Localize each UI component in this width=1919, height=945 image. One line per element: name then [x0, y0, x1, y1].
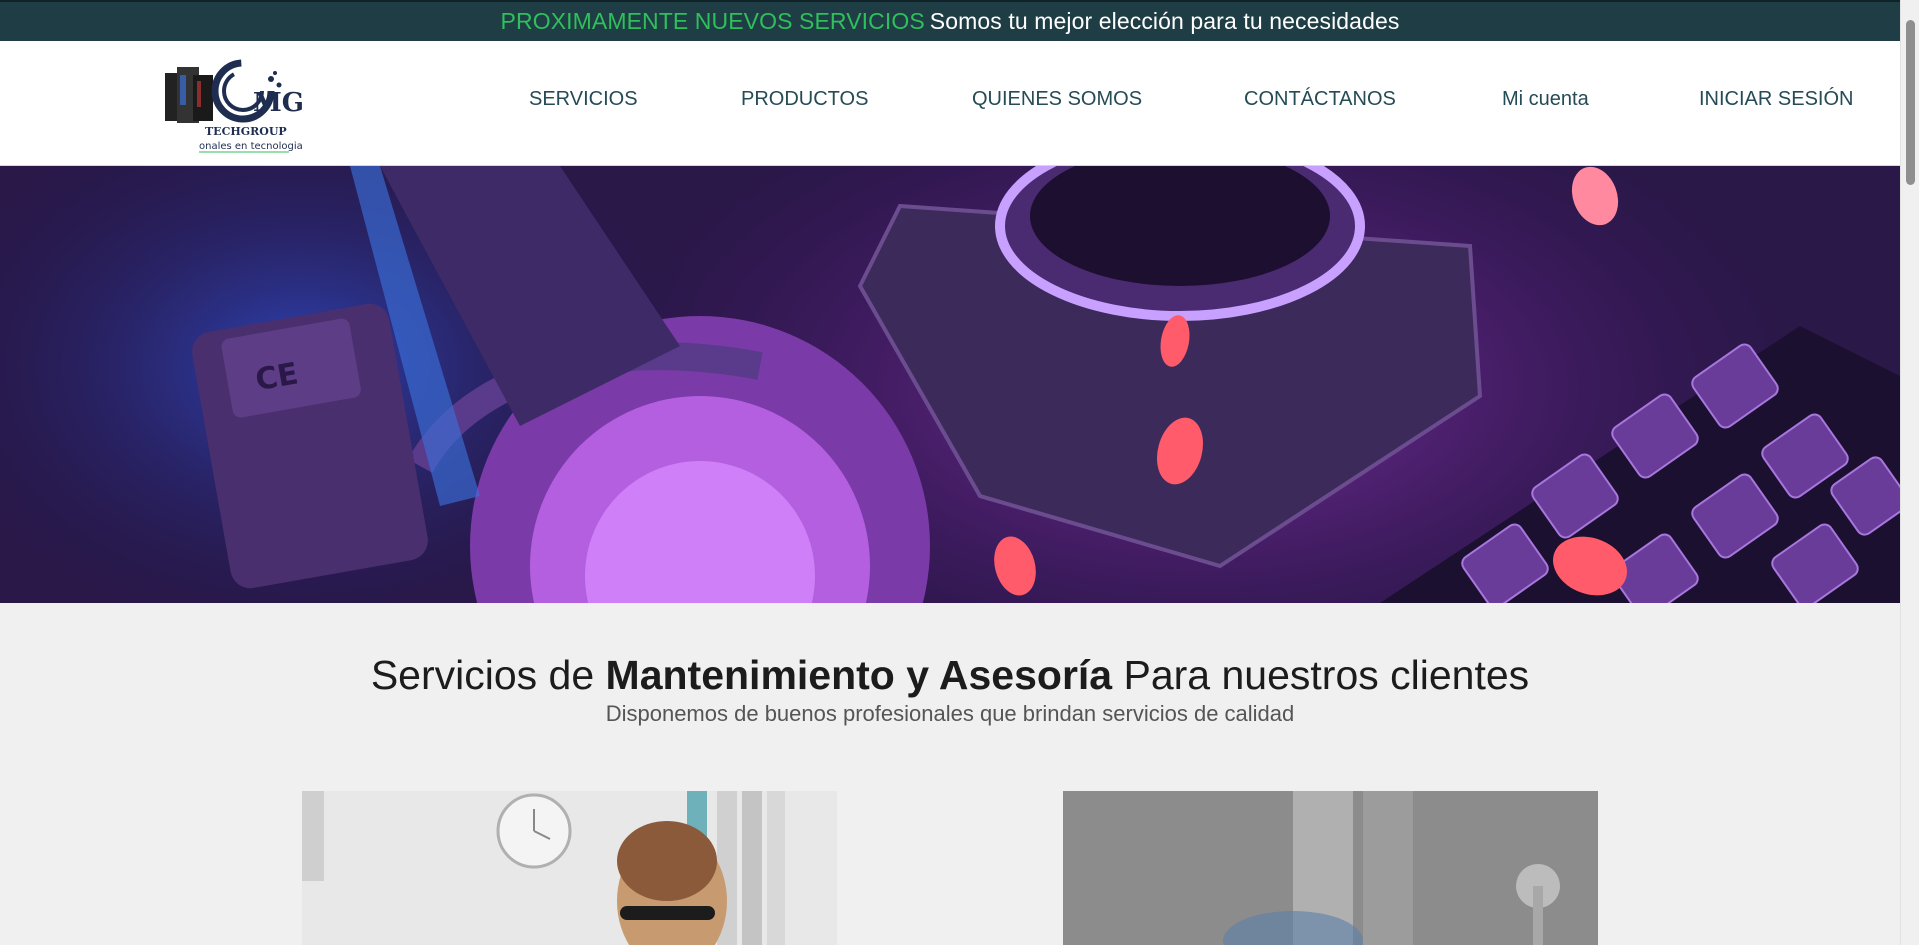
- hero-image: CE: [0, 166, 1900, 603]
- services-title-pre: Servicios de: [370, 652, 606, 698]
- services-subtitle: Disponemos de buenos profesionales que b…: [605, 701, 1295, 726]
- service-card-advisory[interactable]: [1063, 791, 1598, 945]
- scrollbar-thumb[interactable]: [1906, 20, 1915, 185]
- nav-productos[interactable]: PRODUCTOS: [741, 88, 868, 111]
- nav-servicios[interactable]: SERVICIOS: [529, 88, 638, 111]
- main-nav: SERVICIOS PRODUCTOS QUIENES SOMOS CONTÁC…: [0, 41, 1900, 166]
- service-card-maintenance[interactable]: [302, 791, 837, 945]
- services-title-post: Para nuestros clientes: [1112, 652, 1530, 698]
- page: PROXIMAMENTE NUEVOS SERVICIOS Somos tu m…: [0, 0, 1919, 945]
- nav-contactanos[interactable]: CONTÁCTANOS: [1244, 88, 1396, 111]
- service-image-technician: [302, 791, 837, 945]
- announcement-bar: PROXIMAMENTE NUEVOS SERVICIOS Somos tu m…: [0, 0, 1900, 41]
- hero-ce-mark: CE: [253, 356, 301, 398]
- site-header: MG TECHGROUP onales en tecnologia SERVIC…: [0, 41, 1900, 166]
- service-image-hardware: [1063, 791, 1598, 945]
- services-title: Servicios de Mantenimiento y Asesoría Pa…: [0, 652, 1900, 699]
- nav-mi-cuenta[interactable]: Mi cuenta: [1502, 88, 1589, 111]
- services-title-bold: Mantenimiento y Asesoría: [605, 652, 1113, 698]
- announcement-message: Somos tu mejor elección para tu necesida…: [929, 8, 1400, 34]
- nav-iniciar-sesion[interactable]: INICIAR SESIÓN: [1699, 88, 1853, 111]
- page-scrollbar[interactable]: [1900, 0, 1919, 945]
- announcement-accent: PROXIMAMENTE NUEVOS SERVICIOS: [500, 8, 925, 34]
- nav-quienes-somos[interactable]: QUIENES SOMOS: [972, 88, 1142, 111]
- hero-slider[interactable]: CE: [0, 166, 1900, 603]
